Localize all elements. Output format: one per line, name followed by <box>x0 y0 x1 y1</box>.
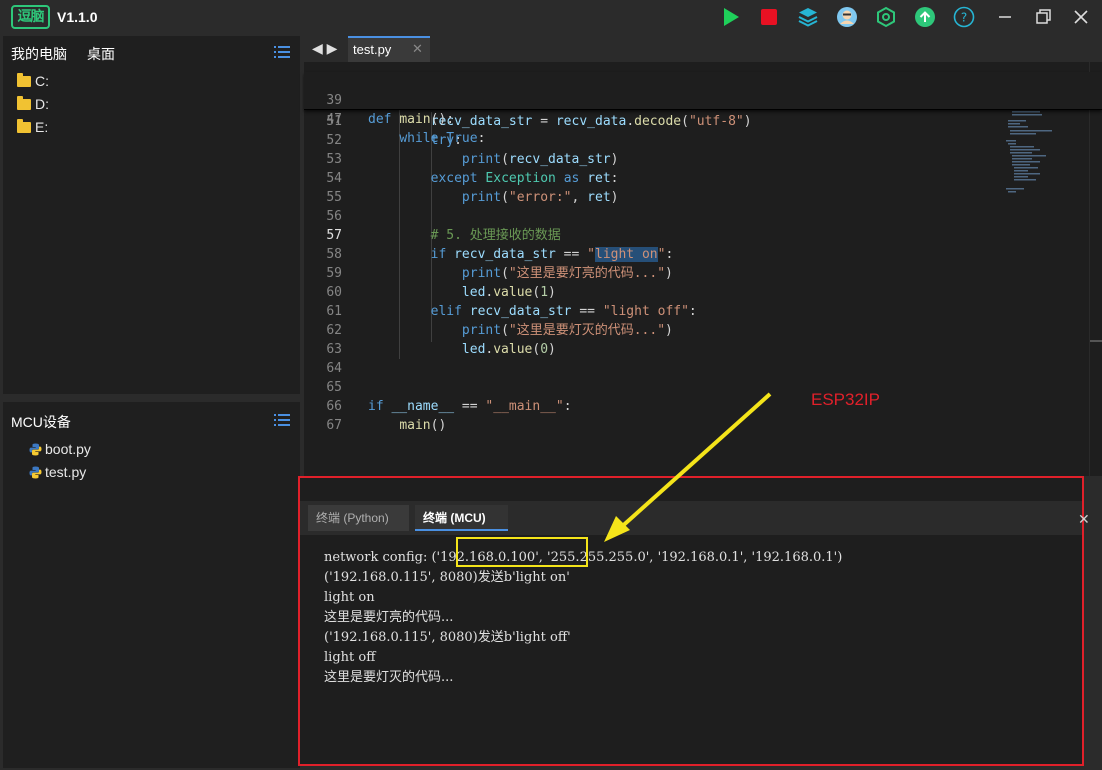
drive-label: E: <box>35 119 49 135</box>
maximize-icon[interactable] <box>1032 6 1054 28</box>
tab-nav-arrows[interactable]: ◀ ▶ <box>312 40 337 57</box>
folder-icon <box>17 96 31 110</box>
drive-item-c[interactable]: C: <box>17 72 49 90</box>
code-editor[interactable]: ◀ ▶ test.py ✕ 39 def main(): 47 while Tr… <box>304 36 1102 476</box>
scroll-thumb[interactable] <box>1090 340 1102 342</box>
drive-item-e[interactable]: E: <box>17 118 48 136</box>
tab-next-icon[interactable]: ▶ <box>327 40 338 56</box>
terminal-close-icon[interactable]: ✕ <box>1078 511 1090 528</box>
tab-test-py[interactable]: test.py ✕ <box>348 36 430 62</box>
code-line-active: 57 if recv_data_str == "light on": <box>304 207 994 262</box>
svg-text:?: ? <box>961 11 967 25</box>
tab-label: test.py <box>353 42 392 57</box>
tab-desktop[interactable]: 桌面 <box>87 44 115 64</box>
terminal-line: ('192.168.0.115', 8080)发送b'light off' <box>324 630 571 645</box>
python-file-icon <box>29 443 42 456</box>
terminal-line: ('192.168.0.115', 8080)发送b'light on' <box>324 570 570 585</box>
mcu-device-panel: MCU设备 boot.py test.py <box>3 402 300 768</box>
terminal-line: light on <box>324 590 375 605</box>
tab-prev-icon[interactable]: ◀ <box>312 40 323 56</box>
stop-icon[interactable] <box>758 6 780 28</box>
code-line: 58 print("这里是要灯亮的代码...") <box>304 226 994 281</box>
code-text: main() <box>399 418 447 433</box>
code-line: 59 led.value(1) <box>304 245 994 300</box>
code-line: 54 print("error:", ret) <box>304 150 994 205</box>
drive-label: D: <box>35 96 49 112</box>
line-number: 67 <box>326 418 342 433</box>
list-menu-icon[interactable] <box>274 45 290 59</box>
mcu-panel-title: MCU设备 <box>11 414 71 430</box>
code-line: 56 # 5. 处理接收的数据 <box>304 188 994 243</box>
mcu-file-test[interactable]: test.py <box>29 463 86 481</box>
code-line: 55 <box>304 169 994 205</box>
list-menu-icon[interactable] <box>274 413 290 427</box>
terminal-line: 这里是要灯灭的代码... <box>324 670 454 685</box>
sticky-scroll-header: 39 def main(): 47 while True: <box>304 72 1102 146</box>
app-version: V1.1.0 <box>57 9 98 25</box>
code-line: 60 elif recv_data_str == "light off": <box>304 264 994 319</box>
editor-scrollbar[interactable] <box>1089 62 1102 476</box>
code-line: 66 main() <box>304 378 994 433</box>
settings-hex-icon[interactable] <box>875 6 897 28</box>
upload-icon[interactable] <box>914 6 936 28</box>
terminal-line: light off <box>324 650 376 665</box>
terminal-tab-bar: 终端 (Python) 终端 (MCU) <box>300 501 1082 535</box>
help-icon[interactable]: ? <box>953 6 975 28</box>
code-line: 39 def main(): <box>304 72 994 127</box>
code-line: 63 <box>304 321 994 357</box>
code-line: 61 print("这里是要灯灭的代码...") <box>304 283 994 338</box>
app-logo: 逗脑 <box>11 5 50 29</box>
ip-highlight-box <box>456 537 588 567</box>
code-line: 64 <box>304 340 994 376</box>
line-number: 47 <box>326 112 342 127</box>
run-icon[interactable] <box>720 6 742 28</box>
drive-label: C: <box>35 73 49 89</box>
close-icon[interactable] <box>1070 6 1092 28</box>
title-bar: 逗脑 V1.1.0 ? <box>0 0 1102 34</box>
code-line: 67 <box>304 397 994 433</box>
terminal-output: network config: ('192.168.0.100', '255.2… <box>324 548 842 688</box>
code-line: 65 if __name__ == "__main__": <box>304 359 994 414</box>
file-label: test.py <box>45 464 87 480</box>
annotation-label: ESP32IP <box>811 390 880 409</box>
terminal-line: 这里是要灯亮的代码... <box>324 610 454 625</box>
code-line: 47 while True: <box>304 91 994 146</box>
minimize-icon[interactable] <box>994 6 1016 28</box>
drive-item-d[interactable]: D: <box>17 95 49 113</box>
folder-icon <box>17 119 31 133</box>
tab-close-icon[interactable]: ✕ <box>412 41 423 57</box>
code-line: 62 led.value(0) <box>304 302 994 357</box>
tab-terminal-python[interactable]: 终端 (Python) <box>308 505 409 531</box>
editor-tab-bar: ◀ ▶ test.py ✕ <box>304 36 1102 62</box>
python-file-icon <box>29 466 42 479</box>
terminal-panel: 终端 (Python) 终端 (MCU) network config: ('1… <box>298 476 1084 766</box>
code-text: def main(): <box>368 112 455 127</box>
folder-icon <box>17 73 31 87</box>
code-text: while True: <box>399 131 486 146</box>
avatar-icon[interactable] <box>836 6 858 28</box>
layers-icon[interactable] <box>797 6 819 28</box>
tab-terminal-mcu[interactable]: 终端 (MCU) <box>415 505 508 531</box>
mcu-file-boot[interactable]: boot.py <box>29 440 91 458</box>
tab-my-computer[interactable]: 我的电脑 <box>11 44 67 64</box>
file-browser-panel: 我的电脑 桌面 C: D: E: <box>3 36 300 394</box>
file-label: boot.py <box>45 441 91 457</box>
